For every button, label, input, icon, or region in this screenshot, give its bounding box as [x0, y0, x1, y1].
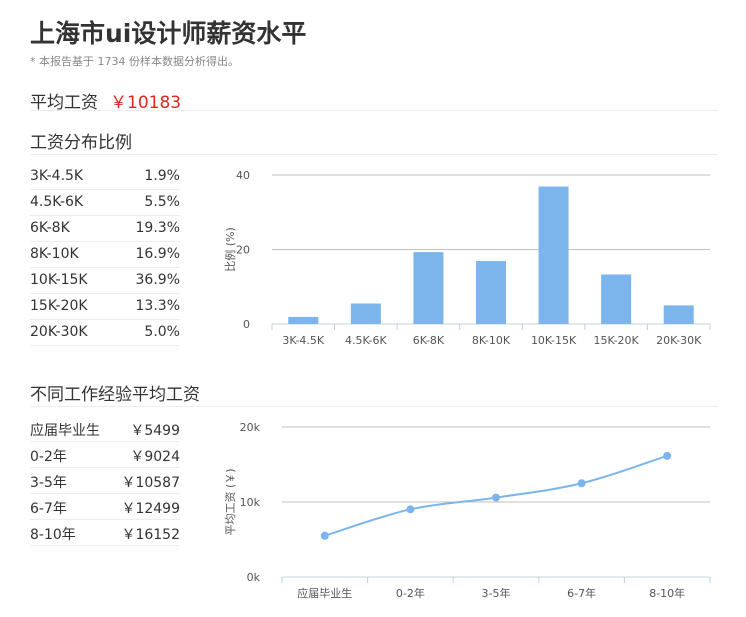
experience-salary: ￥12499 [121, 501, 180, 517]
x-tick-label: 15K-20K [594, 334, 640, 347]
table-row: 3-5年 ￥10587 [30, 468, 180, 494]
page-title: 上海市ui设计师薪资水平 [30, 19, 307, 48]
table-row: 6K-8K 19.3% [30, 216, 180, 242]
table-row: 15K-20K 13.3% [30, 294, 180, 320]
range-label: 4.5K-6K [30, 194, 84, 210]
range-pct: 19.3% [135, 220, 180, 236]
table-row: 0-2年 ￥9024 [30, 442, 180, 468]
data-point [663, 451, 672, 460]
range-label: 6K-8K [30, 220, 70, 236]
x-tick-label: 6K-8K [413, 334, 445, 347]
range-label: 10K-15K [30, 272, 88, 288]
bar [663, 305, 694, 324]
data-point [577, 479, 586, 488]
bar [601, 274, 632, 324]
x-tick-label: 6-7年 [567, 586, 596, 600]
y-axis-title: 比例 (%) [223, 227, 237, 272]
experience-level: 3-5年 [30, 475, 67, 491]
distribution-table: 3K-4.5K 1.9% 4.5K-6K 5.5% 6K-8K 19.3% 8K-10… [30, 164, 180, 346]
table-row: 4.5K-6K 5.5% [30, 190, 180, 216]
salary-distribution-bar-chart: 0 20 40 比例 (%) 3K-4.5K 4.5K-6K 6K-8K 8K-10K 10K-… [223, 169, 711, 347]
data-point [320, 531, 329, 540]
y-tick-label: 0k [247, 571, 261, 584]
range-label: 20K-30K [30, 324, 88, 340]
bar [476, 261, 506, 324]
sample-note: * 本报告基于 1734 份样本数据分析得出。 [30, 55, 239, 68]
experience-level: 应届毕业生 [30, 423, 100, 439]
experience-salary: ￥10587 [121, 475, 180, 491]
range-pct: 5.0% [144, 324, 180, 340]
range-label: 8K-10K [30, 246, 79, 262]
bar [413, 252, 444, 324]
experience-level: 6-7年 [30, 501, 67, 517]
table-row: 8K-10K 16.9% [30, 242, 180, 268]
range-pct: 36.9% [135, 272, 180, 288]
x-tick-label: 3-5年 [482, 586, 511, 600]
experience-salary: ￥9024 [130, 449, 180, 465]
x-tick-label: 10K-15K [531, 334, 577, 347]
bar [538, 186, 569, 324]
average-salary-row: 平均工资 ￥10183 [30, 88, 718, 113]
experience-heading: 不同工作经验平均工资 [30, 380, 718, 407]
average-salary-label: 平均工资 [30, 93, 98, 113]
y-tick-label: 10k [240, 496, 261, 509]
range-pct: 1.9% [144, 168, 180, 184]
distribution-heading: 工资分布比例 [30, 128, 718, 155]
experience-salary: ￥16152 [121, 527, 180, 543]
table-row: 6-7年 ￥12499 [30, 494, 180, 520]
average-salary-value: ￥10183 [110, 93, 182, 113]
y-tick-label: 0 [243, 318, 250, 331]
experience-salary-line-chart: 0k 10k 20k 平均工资 (￥) 应届毕业生 0-2年 3-5年 6-7年 8-10年 [224, 421, 711, 600]
bar [288, 316, 319, 324]
range-pct: 16.9% [135, 246, 180, 262]
table-row: 10K-15K 36.9% [30, 268, 180, 294]
range-label: 15K-20K [30, 298, 88, 314]
bar [350, 303, 381, 324]
x-tick-label: 20K-30K [656, 334, 702, 347]
y-tick-label: 20k [240, 421, 261, 434]
range-pct: 5.5% [144, 194, 180, 210]
x-tick-label: 8K-10K [472, 334, 511, 347]
table-row: 3K-4.5K 1.9% [30, 164, 180, 190]
range-pct: 13.3% [135, 298, 180, 314]
data-point [492, 493, 500, 502]
experience-level: 8-10年 [30, 527, 76, 543]
x-tick-label: 应届毕业生 [297, 586, 352, 600]
table-row: 20K-30K 5.0% [30, 320, 180, 346]
experience-level: 0-2年 [30, 449, 67, 465]
table-row: 应届毕业生 ￥5499 [30, 416, 180, 442]
x-tick-label: 3K-4.5K [282, 334, 325, 347]
x-tick-label: 8-10年 [649, 586, 685, 600]
range-label: 3K-4.5K [30, 168, 84, 184]
y-tick-label: 40 [236, 169, 250, 182]
y-tick-label: 20 [236, 244, 250, 257]
experience-table: 应届毕业生 ￥5499 0-2年 ￥9024 3-5年 ￥10587 6-7年 ￥124… [30, 416, 180, 546]
x-tick-label: 0-2年 [396, 586, 425, 600]
x-tick-label: 4.5K-6K [345, 334, 388, 347]
table-row: 8-10年 ￥16152 [30, 520, 180, 546]
y-axis-title: 平均工资 (￥) [224, 468, 237, 535]
data-point [406, 505, 415, 514]
experience-salary: ￥5499 [130, 423, 180, 439]
